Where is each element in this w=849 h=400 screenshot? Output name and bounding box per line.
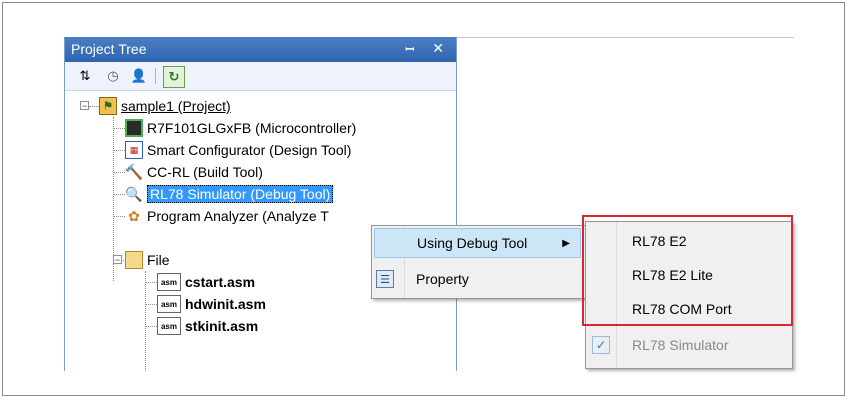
toolbar-separator [155, 68, 156, 84]
tree-item-file[interactable]: asm hdwinit.asm [157, 293, 266, 315]
submenu-arrow-icon: ▶ [562, 237, 570, 249]
tree-line [145, 271, 146, 371]
menu-item-property[interactable]: ☰ Property [374, 264, 581, 294]
property-icon: ☰ [376, 270, 394, 288]
tree-item-label: cstart.asm [185, 274, 256, 290]
tree-line [113, 194, 125, 195]
tree-line [113, 216, 125, 217]
configurator-icon: ▦ [125, 141, 143, 159]
menu-item-label: Using Debug Tool [417, 235, 528, 251]
project-icon: ⚑ [99, 97, 117, 115]
asm-file-icon: asm [157, 317, 181, 335]
tree-item-label: File [147, 252, 170, 268]
tree-item-file-folder[interactable]: File [125, 249, 170, 271]
tree-item-smart-configurator[interactable]: ▦ Smart Configurator (Design Tool) [125, 139, 351, 161]
menu-item-label: RL78 Simulator [632, 337, 729, 353]
tree-item-label: CC-RL (Build Tool) [147, 164, 263, 180]
tree-item-label: RL78 Simulator (Debug Tool) [147, 185, 334, 203]
tree-item-debug-tool[interactable]: 🔍 RL78 Simulator (Debug Tool) [125, 183, 334, 205]
collapse-toggle[interactable]: − [80, 101, 89, 111]
tree-item-analyzer[interactable]: ✿ Program Analyzer (Analyze T [125, 205, 329, 227]
tree-item-microcontroller[interactable]: R7F101GLGxFB (Microcontroller) [125, 117, 356, 139]
hammer-icon: 🔨 [124, 164, 144, 181]
person-icon[interactable]: 👤 [129, 66, 149, 86]
collapse-toggle[interactable]: − [113, 255, 122, 265]
panel-title-bar: Project Tree ꟷ ✕ [65, 37, 456, 62]
check-icon: ✓ [592, 336, 610, 354]
tree-item-label: hdwinit.asm [185, 296, 266, 312]
title-actions: ꟷ ✕ [391, 40, 444, 57]
tree-item-label: Smart Configurator (Design Tool) [147, 142, 352, 158]
clock-icon[interactable]: ◷ [103, 66, 123, 86]
context-menu: Using Debug Tool ▶ ☰ Property [371, 225, 586, 299]
editor-area-divider [456, 37, 794, 38]
tree-item-label: R7F101GLGxFB (Microcontroller) [147, 120, 357, 136]
panel-title: Project Tree [71, 41, 147, 57]
tree-item-project[interactable]: ⚑ sample1 (Project) [99, 95, 231, 117]
asm-file-icon: asm [157, 295, 181, 313]
tree-item-file[interactable]: asm stkinit.asm [157, 315, 258, 337]
sort-icon[interactable]: ⇅ [75, 66, 95, 86]
tree-line [89, 106, 99, 107]
close-icon[interactable]: ✕ [432, 40, 444, 56]
highlight-box [582, 215, 793, 326]
chip-icon [125, 119, 143, 137]
tree-line [145, 304, 157, 305]
menu-item-label: Property [416, 271, 469, 287]
submenu-item-rl78-simulator[interactable]: ✓ RL78 Simulator [586, 330, 792, 360]
refresh-icon[interactable]: ↻ [163, 66, 185, 88]
tree-item-file[interactable]: asm cstart.asm [157, 271, 255, 293]
project-tree-panel: Project Tree ꟷ ✕ ⇅ ◷ 👤 ↻ − ⚑ sample1 (Pr… [64, 37, 457, 371]
menu-item-using-debug-tool[interactable]: Using Debug Tool ▶ [374, 228, 581, 258]
tree-toolbar: ⇅ ◷ 👤 ↻ [65, 62, 456, 91]
tree-item-label: sample1 (Project) [121, 98, 231, 114]
tree-line [145, 326, 157, 327]
tree-line [113, 128, 125, 129]
debug-tool-icon: 🔍 [125, 185, 143, 202]
tree-line [113, 172, 125, 173]
pin-icon[interactable]: ꟷ [405, 44, 414, 56]
tree-item-label: Program Analyzer (Analyze T [147, 208, 329, 224]
tree-item-label: stkinit.asm [185, 318, 259, 334]
tree-line [145, 282, 157, 283]
folder-icon [125, 251, 143, 269]
asm-file-icon: asm [157, 273, 181, 291]
tree-item-build-tool[interactable]: 🔨 CC-RL (Build Tool) [125, 161, 263, 183]
tree-line [113, 150, 125, 151]
analyzer-icon: ✿ [128, 207, 140, 224]
